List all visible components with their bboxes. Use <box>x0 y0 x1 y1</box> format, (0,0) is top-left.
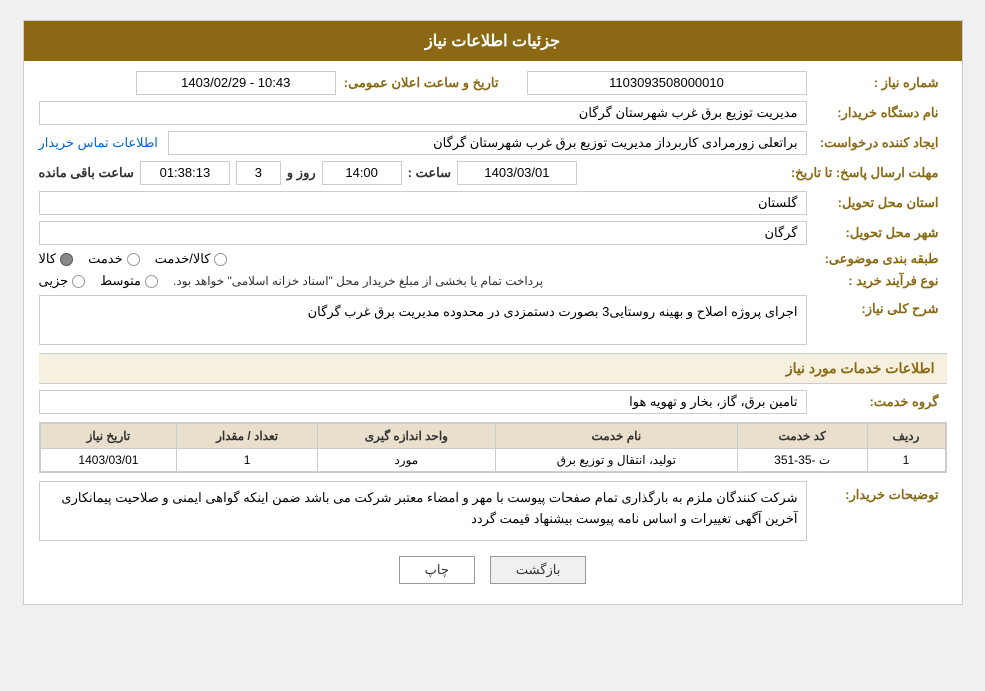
deadline-remaining: 01:38:13 <box>140 161 230 185</box>
deadline-label: مهلت ارسال پاسخ: تا تاریخ: <box>791 165 947 181</box>
buyer-org-label: نام دستگاه خریدار: <box>807 105 947 121</box>
category-option-kala[interactable]: کالا <box>39 251 74 267</box>
cell-quantity: 1 <box>177 449 317 472</box>
page-header: جزئیات اطلاعات نیاز <box>24 21 962 61</box>
service-group-label: گروه خدمت: <box>807 394 947 410</box>
cell-date: 1403/03/01 <box>40 449 177 472</box>
radio-small <box>72 275 85 288</box>
radio-kala-khedmat <box>214 253 227 266</box>
deadline-days: 3 <box>236 161 281 185</box>
col-unit: واحد اندازه گیری <box>317 424 495 449</box>
purchase-type-label: نوع فرآیند خرید : <box>807 273 947 289</box>
deadline-date: 1403/03/01 <box>457 161 577 185</box>
print-button[interactable]: چاپ <box>399 556 475 584</box>
col-date: تاریخ نیاز <box>40 424 177 449</box>
buyer-notes-value: شرکت کنندگان ملزم به بارگذاری تمام صفحات… <box>39 481 807 541</box>
buyer-notes-label: توضیحات خریدار: <box>807 481 947 503</box>
city-value: گرگان <box>39 221 807 245</box>
category-radio-group: کالا/خدمت خدمت کالا <box>39 251 807 267</box>
purchase-option-medium[interactable]: متوسط <box>100 273 158 289</box>
need-desc-label: شرح کلی نیاز: <box>807 295 947 317</box>
service-group-value: تامین برق، گاز، بخار و تهویه هوا <box>39 390 807 414</box>
header-title: جزئیات اطلاعات نیاز <box>425 33 560 50</box>
deadline-remaining-label: ساعت باقی مانده <box>39 165 134 181</box>
table-row: 1 ت -35-351 تولید، انتقال و توزیع برق مو… <box>40 449 945 472</box>
creator-value: براتعلی زورمرادی کاربرداز مدیریت توزیع ب… <box>168 131 807 155</box>
back-button[interactable]: بازگشت <box>490 556 586 584</box>
deadline-days-label: روز و <box>287 165 316 181</box>
buyer-org-value: مدیریت توزیع برق غرب شهرستان گرگان <box>39 101 807 125</box>
services-table: ردیف کد خدمت نام خدمت واحد اندازه گیری ت… <box>39 422 947 473</box>
radio-medium <box>145 275 158 288</box>
col-row-num: ردیف <box>867 424 945 449</box>
need-number-label: شماره نیاز : <box>807 75 947 91</box>
contact-info-link[interactable]: اطلاعات تماس خریدار <box>39 135 158 150</box>
province-label: استان محل تحویل: <box>807 195 947 211</box>
purchase-note: پرداخت تمام یا بخشی از مبلغ خریدار محل "… <box>173 274 543 288</box>
category-option-kala-khedmat[interactable]: کالا/خدمت <box>155 251 228 267</box>
need-desc-value: اجرای پروژه اصلاح و بهینه روستایی3 بصورت… <box>39 295 807 345</box>
col-service-code: کد خدمت <box>737 424 867 449</box>
radio-kala <box>60 253 73 266</box>
creator-label: ایجاد کننده درخواست: <box>807 135 947 151</box>
col-quantity: تعداد / مقدار <box>177 424 317 449</box>
deadline-time: 14:00 <box>322 161 402 185</box>
col-service-name: نام خدمت <box>495 424 737 449</box>
deadline-time-label: ساعت : <box>408 165 451 181</box>
announce-label: تاریخ و ساعت اعلان عمومی: <box>344 75 507 91</box>
city-label: شهر محل تحویل: <box>807 225 947 241</box>
category-label: طبقه بندی موضوعی: <box>807 251 947 267</box>
category-option-khedmat[interactable]: خدمت <box>88 251 140 267</box>
announce-value: 1403/02/29 - 10:43 <box>136 71 336 95</box>
radio-khedmat <box>127 253 140 266</box>
need-number-value: 1103093508000010 <box>527 71 807 95</box>
footer-buttons: بازگشت چاپ <box>39 556 947 584</box>
cell-unit: مورد <box>317 449 495 472</box>
cell-service-name: تولید، انتقال و توزیع برق <box>495 449 737 472</box>
province-value: گلستان <box>39 191 807 215</box>
services-section-header: اطلاعات خدمات مورد نیاز <box>39 353 947 384</box>
cell-row-num: 1 <box>867 449 945 472</box>
purchase-option-small[interactable]: جزیی <box>39 273 86 289</box>
cell-service-code: ت -35-351 <box>737 449 867 472</box>
